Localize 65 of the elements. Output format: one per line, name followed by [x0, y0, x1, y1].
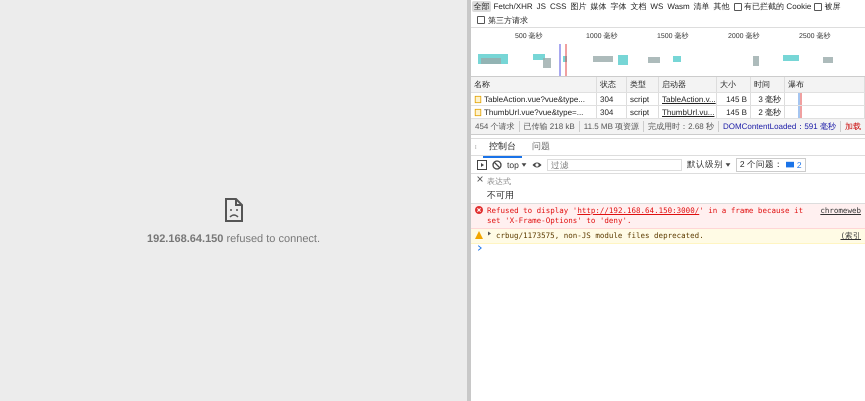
filter-tab[interactable]: 其他 — [712, 1, 732, 12]
checkbox-label: 第三方请求 — [488, 14, 528, 26]
issues-button[interactable]: 2 个问题： 2 — [736, 158, 806, 172]
sad-page-icon — [224, 196, 244, 222]
column-header[interactable]: 名称 — [471, 77, 597, 92]
filter-tab[interactable]: 清单 — [692, 1, 712, 12]
drawer-tab[interactable]: 控制台 — [483, 136, 522, 158]
column-header[interactable]: 启动器 — [659, 77, 717, 92]
clear-icon — [492, 160, 502, 170]
error-icon — [475, 206, 483, 214]
error-message: 192.168.64.150 refused to connect. — [146, 232, 320, 244]
summary-item: 已传输 218 kB — [520, 121, 580, 132]
checkbox[interactable] — [477, 16, 485, 24]
filter-tab[interactable]: Fetch/XHR — [492, 2, 534, 11]
file-name: TableAction.vue?vue&type... — [484, 94, 585, 104]
table-cell: 145 B — [717, 93, 751, 105]
eye-icon — [532, 160, 542, 170]
message-icon — [786, 160, 794, 168]
filter-field[interactable]: 过滤 — [546, 158, 682, 170]
table-cell: 2 毫秒 — [751, 106, 785, 118]
filter-tab[interactable]: WS — [648, 2, 665, 11]
drawer-tab[interactable]: 问题 — [526, 136, 556, 158]
column-header[interactable]: 类型 — [627, 77, 659, 92]
expression-value: 不可用 — [486, 188, 515, 202]
table-cell: 145 B — [717, 106, 751, 118]
summary-item: 完成用时：2.68 秒 — [644, 121, 719, 132]
caret-icon — [520, 162, 527, 168]
issue-count: 2 — [796, 160, 802, 170]
prompt-chevron-icon — [477, 244, 483, 252]
expression-label: 表达式 — [487, 176, 511, 186]
filter-tab[interactable]: 文档 — [628, 1, 648, 12]
caret-icon — [724, 162, 731, 168]
initiator-link[interactable]: ThumbUrl.vu... — [659, 106, 717, 118]
table-cell: 304 — [597, 93, 627, 105]
table-cell: 304 — [597, 106, 627, 118]
checkbox-label: 有已拦截的 Cookie — [744, 1, 812, 12]
initiator-link[interactable]: TableAction.v... — [659, 93, 717, 105]
checkbox-label: 被屏 — [824, 1, 840, 12]
column-header[interactable]: 状态 — [597, 77, 627, 92]
context-dropdown[interactable]: top — [507, 160, 527, 170]
table-cell: script — [627, 93, 659, 105]
table-cell: script — [627, 106, 659, 118]
filter-tab[interactable]: Wasm — [666, 2, 692, 11]
summary-item: 加载 — [840, 121, 865, 132]
column-header[interactable]: 时间 — [751, 77, 785, 92]
summary-item: 11.5 MB 项资源 — [580, 121, 644, 132]
filter-tab[interactable]: JS — [535, 2, 548, 11]
column-header[interactable]: 瀑布 — [785, 77, 865, 92]
log-level-dropdown[interactable]: 默认级别 — [686, 158, 731, 170]
column-header[interactable]: 大小 — [717, 77, 751, 92]
filter-tab[interactable]: 字体 — [608, 1, 628, 12]
table-cell: 3 毫秒 — [751, 93, 785, 105]
file-name: ThumbUrl.vue?vue&type=... — [484, 108, 584, 116]
close-icon — [477, 176, 483, 182]
sidebar-icon — [477, 160, 487, 170]
filter-tab[interactable]: 全部 — [472, 1, 491, 12]
summary-item: 454 个请求 — [471, 121, 520, 132]
summary-item: DOMContentLoaded：591 毫秒 — [718, 121, 841, 132]
checkbox[interactable] — [734, 2, 742, 10]
filter-tab[interactable]: 媒体 — [588, 1, 608, 12]
expand-triangle-icon — [487, 231, 492, 236]
filter-tab[interactable]: 图片 — [568, 1, 588, 12]
checkbox[interactable] — [814, 2, 822, 10]
filter-tab[interactable]: CSS — [548, 2, 568, 11]
warning-icon — [475, 231, 483, 240]
